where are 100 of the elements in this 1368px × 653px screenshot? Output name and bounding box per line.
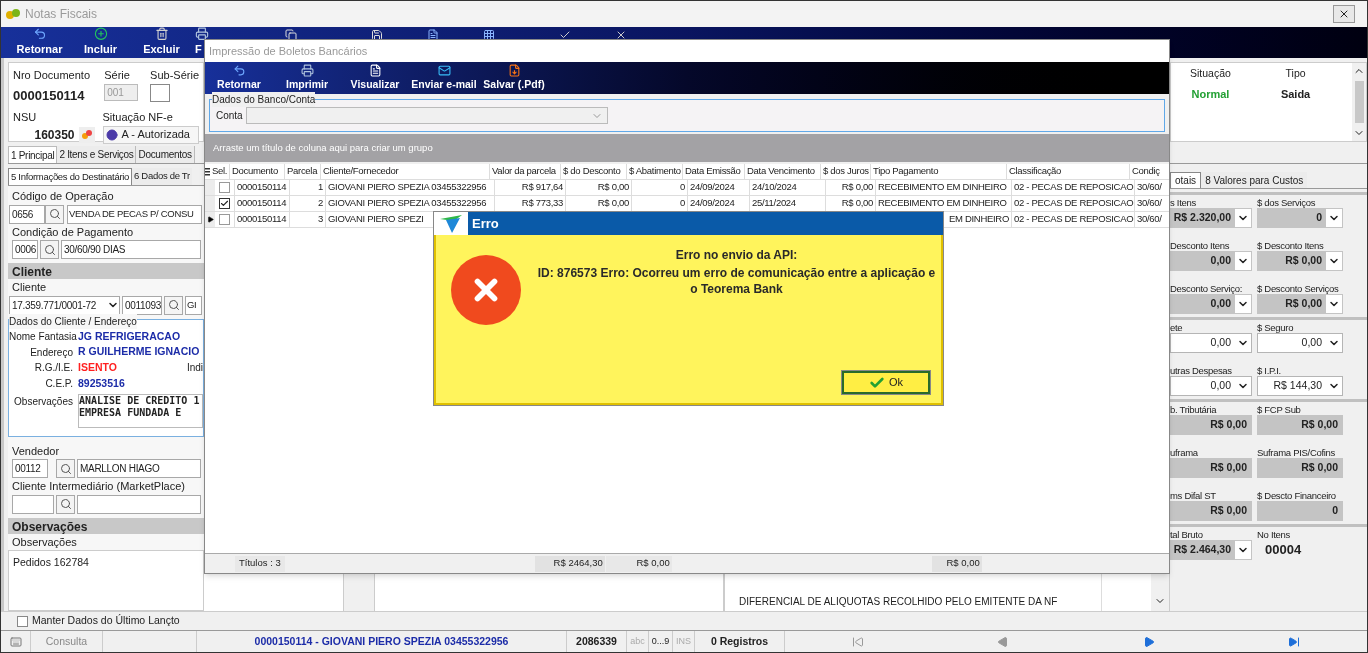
column-header[interactable]: $ do Desconto <box>561 164 627 179</box>
column-header[interactable]: $ Abatimento <box>627 164 683 179</box>
column-header[interactable]: Sel. <box>210 164 230 179</box>
notes-area[interactable]: ANALISE DE CREDITO 1 EMPRESA FUNDADA E <box>78 393 203 428</box>
value-combo[interactable]: 0,00 <box>1170 294 1252 314</box>
subserie-field[interactable] <box>150 83 171 102</box>
value-combo[interactable]: R$ 0,00 <box>1257 294 1343 314</box>
toolbar-button[interactable]: Imprimir <box>273 63 341 93</box>
text-field[interactable]: 0656 <box>9 204 45 224</box>
search-button[interactable] <box>164 295 183 315</box>
toolbar-button[interactable]: Excluir <box>131 27 192 57</box>
tab[interactable]: 1 Principal <box>8 146 58 163</box>
save-icon <box>371 29 383 41</box>
document-combo[interactable]: 17.359.771/0001-72 <box>9 295 120 315</box>
field-value: R GUILHERME IGNACIO <box>78 344 200 360</box>
search-button[interactable] <box>56 494 75 514</box>
search-button[interactable] <box>45 204 64 224</box>
value-field[interactable]: R$ 0,00 <box>1170 458 1252 478</box>
field-label: Indi <box>186 361 203 376</box>
value-combo[interactable]: 0,00 <box>1257 333 1343 353</box>
toolbar-button[interactable]: Retornar <box>205 63 273 93</box>
value-combo[interactable]: 0,00 <box>1170 376 1252 396</box>
tab[interactable]: 5 Informações do Destinatário <box>8 168 133 185</box>
value-field[interactable]: R$ 0,00 <box>1170 415 1252 435</box>
text-field[interactable] <box>12 494 54 514</box>
column-header[interactable]: Valor da parcela <box>490 164 561 179</box>
close-button[interactable] <box>1333 5 1355 23</box>
text-field[interactable]: GI <box>185 295 202 315</box>
column-header[interactable]: Cliente/Fornecedor <box>321 164 490 179</box>
tab[interactable]: Documentos <box>136 146 195 163</box>
value-combo[interactable]: 0,00 <box>1170 333 1252 353</box>
next-record-icon[interactable] <box>1142 635 1155 648</box>
value-field[interactable]: 0 <box>1257 501 1343 521</box>
first-record-icon[interactable] <box>851 635 864 648</box>
value-combo[interactable]: R$ 0,00 <box>1257 251 1343 271</box>
table-cell: 0000150114 <box>237 212 287 227</box>
toolbar-button[interactable]: Salvar (.Pdf) <box>479 63 549 93</box>
column-header[interactable]: Condiç <box>1130 164 1169 179</box>
text-field[interactable] <box>77 494 201 514</box>
field-label: Cliente <box>11 280 48 295</box>
notes-area[interactable]: Pedidos 162784 <box>8 550 204 611</box>
notes-area[interactable] <box>204 571 344 611</box>
row-indicator[interactable] <box>205 212 215 227</box>
field-label: R.G./I.E. <box>33 361 73 376</box>
column-menu-icon[interactable] <box>205 167 210 176</box>
text-field[interactable]: VENDA DE PECAS P/ CONSU <box>67 204 202 224</box>
ins-indicator: INS <box>673 631 695 652</box>
field-label: $ dos Serviços <box>1257 197 1317 208</box>
field-label: ms Difal ST <box>1170 490 1217 501</box>
toolbar-button[interactable]: Enviar e-mail <box>409 63 479 93</box>
column-header[interactable]: Tipo Pagamento <box>871 164 1007 179</box>
table-cell: 24/10/2024 <box>752 180 797 195</box>
row-checkbox[interactable] <box>219 182 230 193</box>
column-header[interactable]: Documento <box>230 164 285 179</box>
value-combo[interactable]: R$ 2.320,00 <box>1170 208 1252 228</box>
column-header[interactable]: Parcela <box>285 164 321 179</box>
value-field[interactable]: R$ 0,00 <box>1257 458 1343 478</box>
column-header[interactable]: Data Emissão <box>683 164 745 179</box>
scrollbar[interactable] <box>1352 63 1366 141</box>
tab[interactable]: otais <box>1170 172 1202 188</box>
tab[interactable]: 2 Itens e Serviços <box>57 146 137 163</box>
search-button[interactable] <box>56 459 75 478</box>
text-field[interactable]: MARLLON HIAGO <box>77 459 201 478</box>
text-field[interactable]: 00112 <box>12 459 48 478</box>
value-combo[interactable]: 0,00 <box>1170 251 1252 271</box>
previous-record-icon[interactable] <box>997 635 1010 648</box>
field-label: utras Despesas <box>1170 365 1233 376</box>
checkbox[interactable] <box>17 615 28 627</box>
table-cell: EM DINHEIRO <box>948 212 1009 227</box>
row-checkbox[interactable] <box>219 198 230 209</box>
table-cell: 1 <box>318 180 323 195</box>
last-record-icon[interactable] <box>1288 635 1301 648</box>
toolbar-button[interactable]: Visualizar <box>341 63 409 93</box>
text-field[interactable]: 30/60/90 DIAS <box>61 240 201 259</box>
toolbar-button[interactable]: Retornar <box>9 27 70 57</box>
field-value: 89253516 <box>78 375 125 391</box>
value-field[interactable]: R$ 0,00 <box>1257 415 1343 435</box>
tab[interactable]: 6 Dados de Tr <box>132 168 192 185</box>
table-cell: RECEBIMENTO EM DINHEIRO <box>878 180 1007 195</box>
column-header[interactable]: Classificação <box>1007 164 1130 179</box>
close-icon <box>1338 8 1350 20</box>
text-field[interactable]: 0006 <box>12 240 38 259</box>
value-combo[interactable]: 0 <box>1257 208 1343 228</box>
ok-button[interactable]: Ok <box>842 371 930 394</box>
field-label: tal Bruto <box>1170 529 1204 540</box>
column-header[interactable]: $ dos Juros <box>821 164 871 179</box>
row-checkbox[interactable] <box>219 214 230 225</box>
value-field[interactable]: R$ 0,00 <box>1170 501 1252 521</box>
value-combo[interactable]: R$ 144,30 <box>1257 376 1343 396</box>
search-button[interactable] <box>40 240 59 259</box>
tab[interactable]: 8 Valores para Custos <box>1201 172 1308 188</box>
toolbar-button[interactable]: F <box>195 27 205 57</box>
text-field[interactable]: 0011093 <box>122 295 162 315</box>
abc-indicator: abc <box>627 631 649 652</box>
grid-icon <box>483 29 495 41</box>
column-header[interactable]: Data Vencimento <box>745 164 821 179</box>
table-cell: 0 <box>680 196 685 211</box>
table-cell: 30/60/ <box>1137 180 1162 195</box>
toolbar-button[interactable]: Incluir <box>70 27 131 57</box>
value-combo[interactable]: R$ 2.464,30 <box>1170 540 1252 560</box>
